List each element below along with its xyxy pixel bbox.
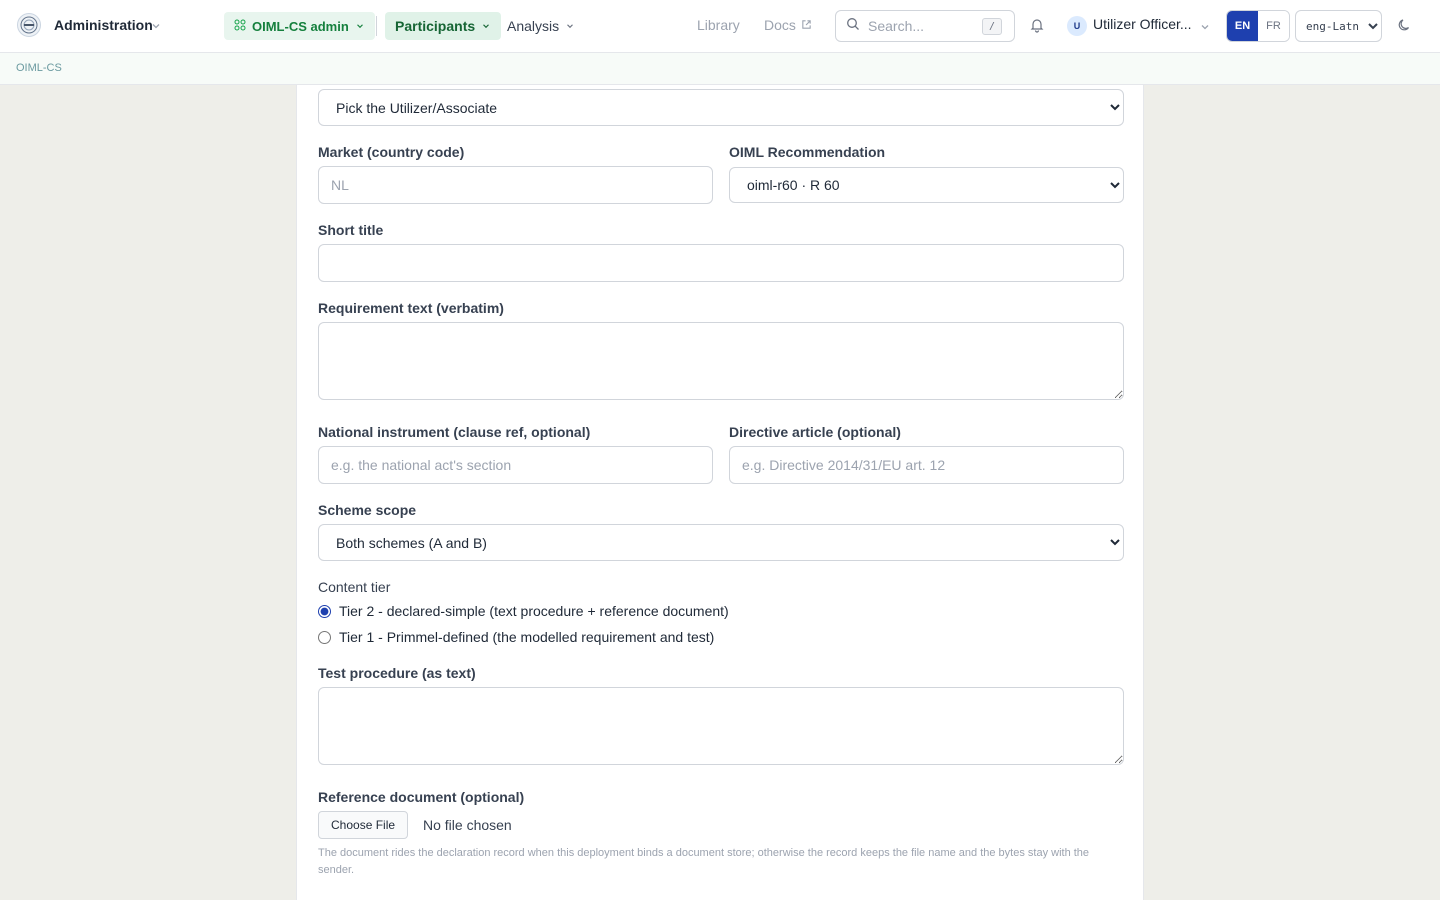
chevron-down-icon[interactable] <box>1199 20 1211 38</box>
directive-article-input[interactable] <box>729 446 1124 484</box>
user-menu-name[interactable]: Utilizer Officer... <box>1093 16 1192 32</box>
top-bar: Administration OIML-CS admin Participant… <box>0 0 1440 53</box>
search-shortcut-hint: / <box>982 18 1002 35</box>
utilizer-select[interactable]: Pick the Utilizer/Associate <box>318 89 1124 126</box>
analysis-menu-label: Analysis <box>507 18 560 34</box>
content-tier-label: Content tier <box>318 579 391 595</box>
language-en-button[interactable]: EN <box>1227 11 1258 41</box>
avatar[interactable]: U <box>1067 16 1087 36</box>
search-input[interactable] <box>868 18 978 34</box>
recommendation-label: OIML Recommendation <box>729 144 886 160</box>
reference-document-label: Reference document (optional) <box>318 789 525 805</box>
national-instrument-input[interactable] <box>318 446 713 484</box>
admin-menu-button[interactable]: OIML-CS admin <box>224 12 375 40</box>
national-instrument-label: National instrument (clause ref, optiona… <box>318 424 591 440</box>
short-title-label: Short title <box>318 222 384 238</box>
library-link[interactable]: Library <box>697 17 740 33</box>
directive-article-label: Directive article (optional) <box>729 424 901 440</box>
moon-icon[interactable] <box>1397 17 1413 38</box>
chevron-down-icon <box>355 19 365 34</box>
chevron-down-icon <box>565 18 575 34</box>
recommendation-select[interactable]: oiml-r60 · R 60 <box>729 167 1124 203</box>
search-icon <box>846 17 860 36</box>
test-procedure-input[interactable] <box>318 687 1124 765</box>
declaration-form: Pick the Utilizer/Associate Market (coun… <box>296 85 1144 900</box>
tier-1-label: Tier 1 - Primmel-defined (the modelled r… <box>339 629 715 645</box>
breadcrumb: OIML-CS <box>0 53 1440 85</box>
analysis-menu-button[interactable]: Analysis <box>497 12 585 40</box>
chevron-down-icon <box>481 18 491 34</box>
file-status: No file chosen <box>423 817 512 833</box>
docs-link[interactable]: Docs <box>764 17 812 33</box>
tier-2-option[interactable]: Tier 2 - declared-simple (text procedure… <box>318 603 729 619</box>
tier-1-radio[interactable] <box>318 630 331 644</box>
breadcrumb-item[interactable]: OIML-CS <box>16 62 62 74</box>
admin-menu-label: OIML-CS admin <box>252 18 349 34</box>
market-label: Market (country code) <box>318 144 465 160</box>
tier-2-label: Tier 2 - declared-simple (text procedure… <box>339 603 729 619</box>
chevron-down-icon[interactable] <box>150 19 162 37</box>
docs-link-label: Docs <box>764 17 796 33</box>
test-procedure-label: Test procedure (as text) <box>318 665 476 681</box>
language-fr-button[interactable]: FR <box>1258 11 1289 41</box>
oiml-logo[interactable] <box>17 13 41 37</box>
tier-1-option[interactable]: Tier 1 - Primmel-defined (the modelled r… <box>318 629 714 645</box>
search-box[interactable]: / <box>835 10 1015 42</box>
nav-divider <box>376 16 377 36</box>
participants-menu-label: Participants <box>395 18 476 34</box>
reference-document-help: The document rides the declaration recor… <box>318 847 1090 876</box>
market-input[interactable] <box>318 166 713 204</box>
scheme-scope-select[interactable]: Both schemes (A and B) <box>318 524 1124 561</box>
script-select[interactable]: eng-Latn <box>1295 10 1382 42</box>
short-title-input[interactable] <box>318 244 1124 282</box>
language-toggle: EN FR <box>1226 10 1290 42</box>
requirement-text-label: Requirement text (verbatim) <box>318 300 504 316</box>
grid-icon <box>234 19 246 34</box>
requirement-text-input[interactable] <box>318 322 1124 400</box>
bell-icon[interactable] <box>1029 17 1045 38</box>
choose-file-button[interactable]: Choose File <box>318 811 409 839</box>
participants-menu-button[interactable]: Participants <box>385 12 502 40</box>
scheme-scope-label: Scheme scope <box>318 502 417 518</box>
app-title[interactable]: Administration <box>54 17 153 33</box>
external-link-icon <box>801 17 812 33</box>
tier-2-radio[interactable] <box>318 604 331 618</box>
